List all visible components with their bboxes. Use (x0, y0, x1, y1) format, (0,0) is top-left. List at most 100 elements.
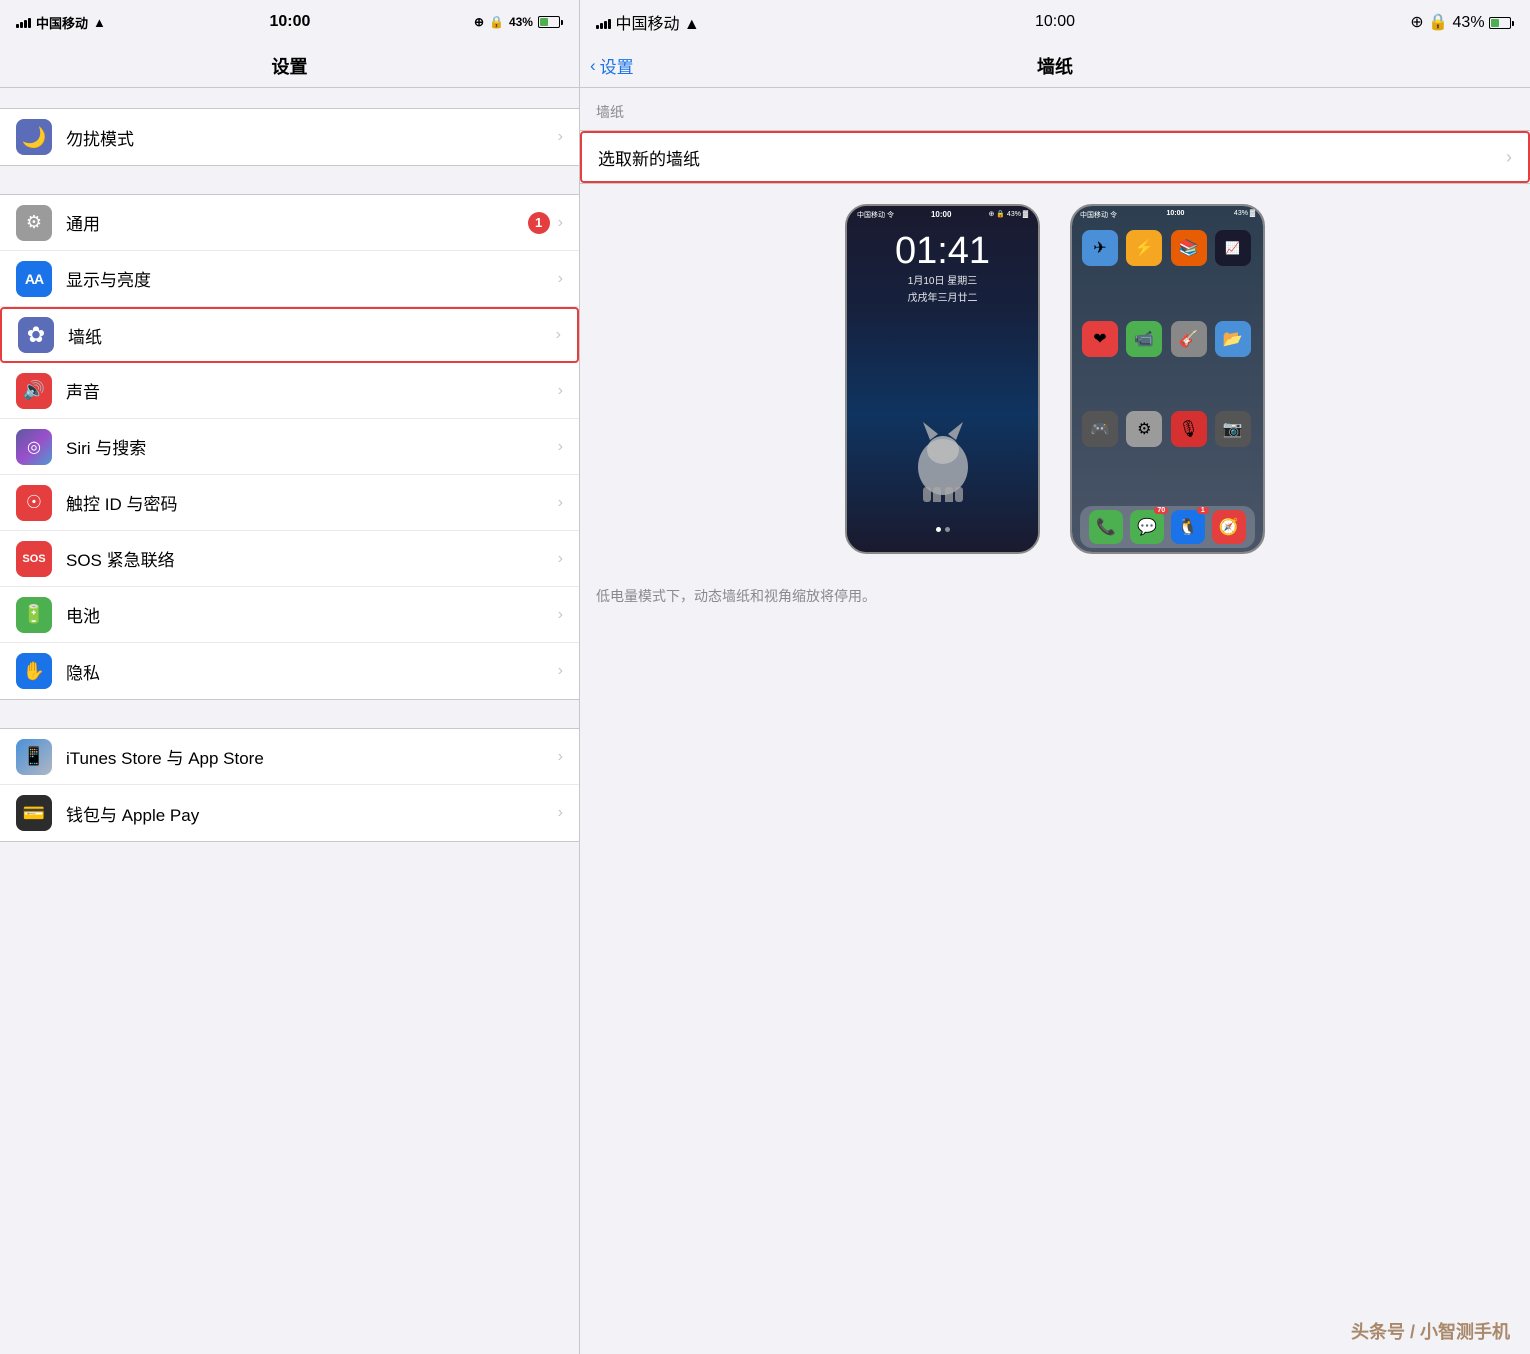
right-signal-bars-icon (596, 17, 611, 29)
ls-carrier: 中国移动 令 (857, 210, 894, 220)
chevron-icon: › (558, 128, 563, 146)
hs-statusbar: 中国移动 令 10:00 43% ▓ (1072, 206, 1263, 224)
left-nav-bar: 设置 (0, 44, 579, 88)
settings-item-privacy[interactable]: ✋ 隐私 › (0, 643, 579, 699)
chevron-icon: › (558, 804, 563, 822)
dock-messages[interactable]: 💬 70 (1130, 510, 1164, 544)
touchid-label: 触控 ID 与密码 (66, 490, 558, 515)
watermark-container: 头条号 / 小智测手机 (580, 711, 1530, 1354)
right-carrier-name: 中国移动 (615, 16, 679, 33)
chevron-icon: › (558, 438, 563, 456)
settings-item-touchid[interactable]: ☉ 触控 ID 与密码 › (0, 475, 579, 531)
back-chevron-icon: ‹ (590, 56, 596, 76)
dot-1 (936, 527, 941, 532)
ls-time-display: 01:41 (895, 232, 990, 270)
app-health[interactable]: ❤ (1082, 321, 1118, 357)
touchid-icon: ☉ (16, 485, 52, 521)
battery-tip (561, 20, 563, 25)
app-settings[interactable]: ⚙ (1126, 411, 1162, 447)
right-battery-fill (1491, 19, 1499, 27)
chevron-icon: › (558, 748, 563, 766)
left-right-icons: ⊕ 🔒 43% (474, 15, 563, 29)
settings-item-sos[interactable]: SOS SOS 紧急联络 › (0, 531, 579, 587)
privacy-icon: ✋ (16, 653, 52, 689)
preview-section: 中国移动 令 10:00 ⊕ 🔒 43% ▓ 01:41 1月10日 星期三 戊… (580, 184, 1530, 574)
right-alarm-icon: ⊕ (1410, 14, 1423, 31)
display-icon: AA (16, 261, 52, 297)
right-battery-icon (1489, 17, 1514, 29)
app-files[interactable]: 📂 (1215, 321, 1251, 357)
right-battery-tip (1512, 21, 1514, 26)
dnd-icon: 🌙 (16, 119, 52, 155)
section-3: 📱 iTunes Store 与 App Store › 💳 钱包与 Apple… (0, 728, 579, 842)
battery-label: 电池 (66, 602, 558, 627)
hs-carrier: 中国移动 令 (1080, 210, 1117, 220)
right-lock-icon: 🔒 (1428, 14, 1448, 31)
settings-item-sound[interactable]: 🔊 声音 › (0, 363, 579, 419)
itunes-icon: 📱 (16, 739, 52, 775)
chevron-icon: › (558, 270, 563, 288)
app-stocks[interactable]: 📈 (1215, 230, 1251, 266)
right-content: 墙纸 选取新的墙纸 › 中国移动 令 10:00 ⊕ 🔒 43% ▓ 01:41 (580, 88, 1530, 711)
sound-label: 声音 (66, 378, 558, 403)
itunes-label: iTunes Store 与 App Store (66, 744, 558, 769)
wifi-icon: ▲ (93, 15, 106, 30)
dock-wechat[interactable]: 🐧 1 (1171, 510, 1205, 544)
left-settings-list: 🌙 勿扰模式 › ⚙ 通用 1 › AA 显示与亮度 › ✿ 墙纸 (0, 88, 579, 1354)
app-ibooks[interactable]: 📚 (1171, 230, 1207, 266)
back-button[interactable]: ‹ 设置 (590, 53, 634, 78)
left-status-bar: 中国移动 ▲ 10:00 ⊕ 🔒 43% (0, 0, 579, 44)
chevron-icon: › (558, 382, 563, 400)
app-facetime[interactable]: 📹 (1126, 321, 1162, 357)
app-garage[interactable]: 🎸 (1171, 321, 1207, 357)
settings-item-wallpaper[interactable]: ✿ 墙纸 › (0, 307, 579, 363)
chevron-icon: › (556, 326, 561, 344)
app-game[interactable]: 🎮 (1082, 411, 1118, 447)
battery-settings-icon: 🔋 (16, 597, 52, 633)
dock-phone[interactable]: 📞 (1089, 510, 1123, 544)
settings-item-itunes[interactable]: 📱 iTunes Store 与 App Store › (0, 729, 579, 785)
app-podcast[interactable]: 🎙 (1171, 411, 1207, 447)
general-label: 通用 (66, 210, 528, 235)
messages-badge: 70 (1154, 507, 1168, 514)
right-carrier: 中国移动 ▲ (596, 10, 700, 34)
select-wallpaper-button[interactable]: 选取新的墙纸 › (580, 131, 1530, 183)
left-carrier: 中国移动 ▲ (16, 13, 106, 32)
ls-statusbar: 中国移动 令 10:00 ⊕ 🔒 43% ▓ (847, 206, 1038, 224)
lockscreen-preview[interactable]: 中国移动 令 10:00 ⊕ 🔒 43% ▓ 01:41 1月10日 星期三 戊… (845, 204, 1040, 554)
settings-item-general[interactable]: ⚙ 通用 1 › (0, 195, 579, 251)
watermark: 头条号 / 小智测手机 (1351, 1318, 1510, 1344)
section-1: 🌙 勿扰模式 › (0, 108, 579, 166)
carrier-name: 中国移动 (36, 13, 88, 32)
signal-bars-icon (16, 16, 31, 28)
sound-icon: 🔊 (16, 373, 52, 409)
wechat-badge: 1 (1197, 507, 1209, 514)
chevron-icon: › (558, 494, 563, 512)
homescreen-preview[interactable]: 中国移动 令 10:00 43% ▓ ✈ ⚡ 📚 📈 ❤ 📹 🎸 📂 🎮 (1070, 204, 1265, 554)
settings-item-siri[interactable]: ◎ Siri 与搜索 › (0, 419, 579, 475)
siri-icon: ◎ (16, 429, 52, 465)
hs-dock: 📞 💬 70 🐧 1 🧭 (1080, 506, 1255, 548)
general-icon: ⚙ (16, 205, 52, 241)
app-travel[interactable]: ✈ (1082, 230, 1118, 266)
wallpaper-section-header: 墙纸 (580, 88, 1530, 130)
hs-battery: 43% ▓ (1234, 210, 1255, 220)
wallet-label: 钱包与 Apple Pay (66, 801, 558, 826)
settings-item-display[interactable]: AA 显示与亮度 › (0, 251, 579, 307)
app-efficiency[interactable]: ⚡ (1126, 230, 1162, 266)
settings-item-wallet[interactable]: 💳 钱包与 Apple Pay › (0, 785, 579, 841)
back-label: 设置 (600, 53, 634, 78)
dock-safari[interactable]: 🧭 (1212, 510, 1246, 544)
homescreen-bg: 中国移动 令 10:00 43% ▓ ✈ ⚡ 📚 📈 ❤ 📹 🎸 📂 🎮 (1072, 206, 1263, 552)
left-time: 10:00 (269, 13, 310, 31)
hs-time: 10:00 (1166, 210, 1184, 220)
settings-item-dnd[interactable]: 🌙 勿扰模式 › (0, 109, 579, 165)
right-panel: 中国移动 ▲ 10:00 ⊕ 🔒 43% ‹ 设置 墙纸 墙纸 (580, 0, 1530, 1354)
sos-icon: SOS (16, 541, 52, 577)
app-camera[interactable]: 📷 (1215, 411, 1251, 447)
sos-label: SOS 紧急联络 (66, 546, 558, 571)
left-panel: 中国移动 ▲ 10:00 ⊕ 🔒 43% 设置 🌙 勿扰模式 › (0, 0, 580, 1354)
settings-item-battery[interactable]: 🔋 电池 › (0, 587, 579, 643)
right-nav-bar: ‹ 设置 墙纸 (580, 44, 1530, 88)
alarm-icon: ⊕ (474, 15, 484, 29)
